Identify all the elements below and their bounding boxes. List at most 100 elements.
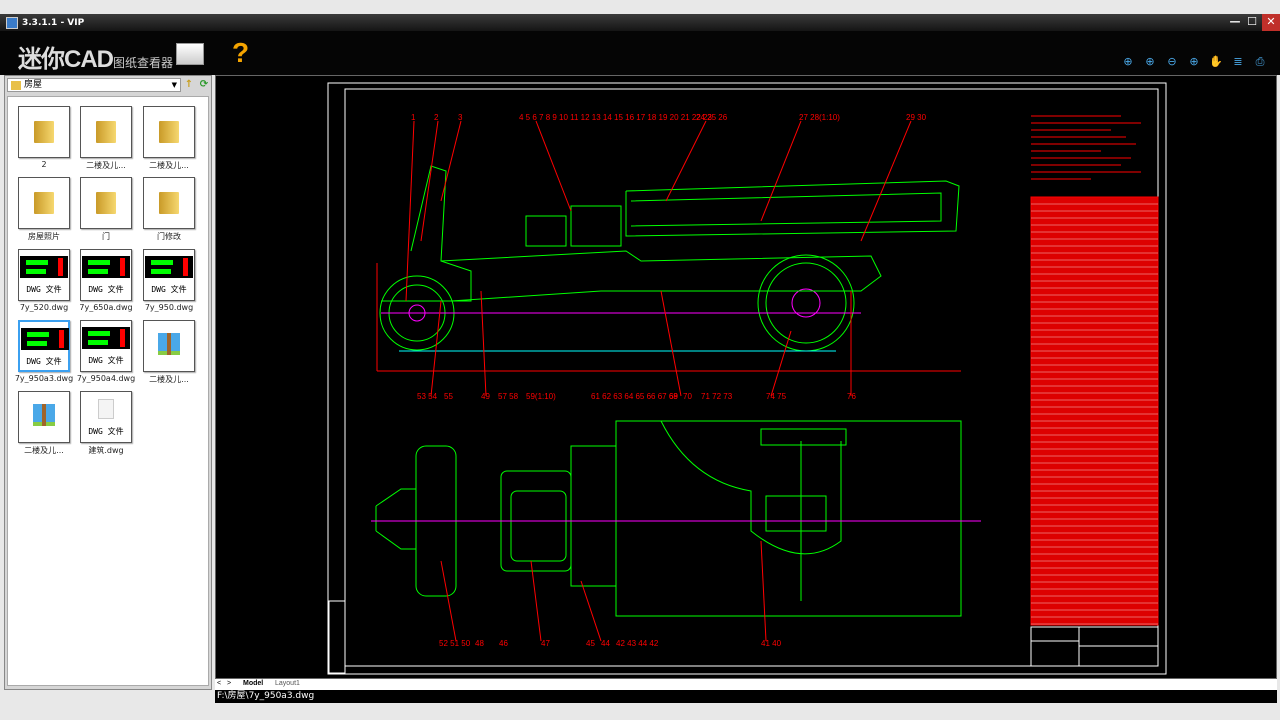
window-title: 3.3.1.1 - VIP <box>22 18 84 28</box>
file-type-label: DWG 文件 <box>20 356 68 367</box>
file-item[interactable]: DWG 文件 <box>80 391 132 443</box>
drawing-canvas[interactable]: 1234 5 6 7 8 9 10 11 12 13 14 15 16 17 1… <box>215 75 1277 679</box>
file-type-label: DWG 文件 <box>144 284 194 295</box>
part-callout: 3 <box>458 113 463 122</box>
file-item[interactable] <box>18 391 70 443</box>
folder-icon <box>96 192 116 214</box>
zoom-out-icon[interactable]: ⊖ <box>1165 55 1179 69</box>
file-item[interactable]: DWG 文件 <box>80 249 132 301</box>
minimize-button[interactable]: — <box>1227 14 1243 31</box>
folder-icon <box>34 121 54 143</box>
part-callout: 55 <box>444 392 453 401</box>
file-name: 二楼及儿... <box>11 445 77 456</box>
file-item[interactable] <box>80 177 132 229</box>
part-callout: 29 30 <box>906 113 927 122</box>
zoom-in-icon[interactable]: ⊕ <box>1121 55 1135 69</box>
file-name: 7y_520.dwg <box>11 303 77 312</box>
file-name: 二楼及儿... <box>136 374 202 385</box>
part-callout: 71 72 73 <box>701 392 733 401</box>
file-item[interactable] <box>143 320 195 372</box>
file-name: 2 <box>11 160 77 169</box>
zoom-window-icon[interactable]: ⊕ <box>1143 55 1157 69</box>
dwg-thumbnail <box>82 256 130 278</box>
file-name: 房屋照片 <box>11 231 77 242</box>
archive-icon <box>158 333 180 355</box>
help-button[interactable]: ? <box>232 37 249 69</box>
part-callout: 24 25 26 <box>696 113 728 122</box>
dwg-thumbnail <box>82 327 130 349</box>
tab-next-button[interactable]: > <box>227 680 231 687</box>
file-grid: 2二楼及儿...二楼及儿...房屋照片门门修改DWG 文件7y_520.dwgD… <box>7 96 209 686</box>
file-browser-panel: 房屋▼ ↑ ⟳ 2二楼及儿...二楼及儿...房屋照片门门修改DWG 文件7y_… <box>4 75 212 690</box>
dwg-thumbnail <box>20 256 68 278</box>
zoom-extents-icon[interactable]: ⊕ <box>1187 55 1201 69</box>
leader-lines <box>406 121 911 641</box>
file-item[interactable] <box>18 177 70 229</box>
part-callout: 41 40 <box>761 639 782 648</box>
up-folder-button[interactable]: ↑ <box>183 78 195 91</box>
file-item[interactable]: DWG 文件 <box>18 320 70 372</box>
tab-layout1[interactable]: Layout1 <box>275 680 300 687</box>
file-item[interactable] <box>143 177 195 229</box>
file-name: 二楼及儿... <box>73 160 139 171</box>
part-callout: 53 54 <box>417 392 438 401</box>
cad-drawing: 1234 5 6 7 8 9 10 11 12 13 14 15 16 17 1… <box>216 76 1278 680</box>
file-name: 7y_950a3.dwg <box>11 374 77 383</box>
part-callout: 52 51 50 <box>439 639 471 648</box>
part-callout: 70 <box>683 392 692 401</box>
file-name: 二楼及儿... <box>136 160 202 171</box>
title-bar: 3.3.1.1 - VIP — ☐ ✕ <box>0 14 1280 31</box>
close-button[interactable]: ✕ <box>1262 14 1280 31</box>
view-mode-button[interactable] <box>176 43 204 65</box>
top-view <box>371 421 981 616</box>
pan-hand-icon[interactable]: ✋ <box>1209 55 1223 69</box>
dwg-thumbnail <box>145 256 193 278</box>
logo-main: 迷你CAD <box>18 46 113 73</box>
folder-icon <box>159 192 179 214</box>
file-item[interactable] <box>80 106 132 158</box>
folder-icon <box>34 192 54 214</box>
file-name: 7y_950.dwg <box>136 303 202 312</box>
part-callout: 4 5 6 7 8 9 10 11 12 13 14 15 16 17 18 1… <box>519 113 712 122</box>
archive-icon <box>33 404 55 426</box>
part-callout: 74 75 <box>766 392 787 401</box>
part-callout: 46 <box>499 639 508 648</box>
print-icon[interactable]: ⎙ <box>1253 55 1267 69</box>
layers-icon[interactable]: ≣ <box>1231 55 1245 69</box>
refresh-button[interactable]: ⟳ <box>198 78 210 91</box>
file-item[interactable]: DWG 文件 <box>80 320 132 372</box>
file-item[interactable]: DWG 文件 <box>143 249 195 301</box>
part-callout: 47 <box>541 639 550 648</box>
tab-model[interactable]: Model <box>243 680 263 687</box>
app-logo: 迷你CAD图纸查看器 <box>18 39 173 74</box>
technical-notes <box>1031 116 1141 179</box>
file-name: 7y_950a4.dwg <box>73 374 139 383</box>
folder-icon <box>11 81 21 90</box>
parts-list <box>1031 197 1158 625</box>
part-callout: 49 <box>481 392 490 401</box>
folder-icon <box>159 121 179 143</box>
dwg-thumbnail <box>21 328 69 350</box>
part-callout: 42 43 44 42 <box>616 639 659 648</box>
file-name: 建筑.dwg <box>73 445 139 456</box>
folder-select[interactable]: 房屋 ▼ <box>7 78 181 92</box>
file-item[interactable] <box>143 106 195 158</box>
tab-prev-button[interactable]: < <box>217 680 221 687</box>
file-type-label: DWG 文件 <box>81 355 131 366</box>
folder-name: 房屋 <box>24 80 42 90</box>
status-bar-path: F:\房屋\7y_950a3.dwg <box>215 690 1277 703</box>
part-callout: 48 <box>475 639 484 648</box>
part-callout: 44 <box>601 639 610 648</box>
part-callout: 1 <box>411 113 416 122</box>
file-item[interactable] <box>18 106 70 158</box>
chevron-down-icon: ▼ <box>172 79 177 92</box>
part-callout: 59(1:10) <box>526 392 556 401</box>
file-type-label: DWG 文件 <box>19 284 69 295</box>
file-item[interactable]: DWG 文件 <box>18 249 70 301</box>
maximize-button[interactable]: ☐ <box>1244 14 1260 31</box>
title-block <box>1031 627 1158 666</box>
folder-icon <box>96 121 116 143</box>
part-callout: 69 <box>669 392 678 401</box>
file-name: 门修改 <box>136 231 202 242</box>
file-type-label: DWG 文件 <box>81 284 131 295</box>
